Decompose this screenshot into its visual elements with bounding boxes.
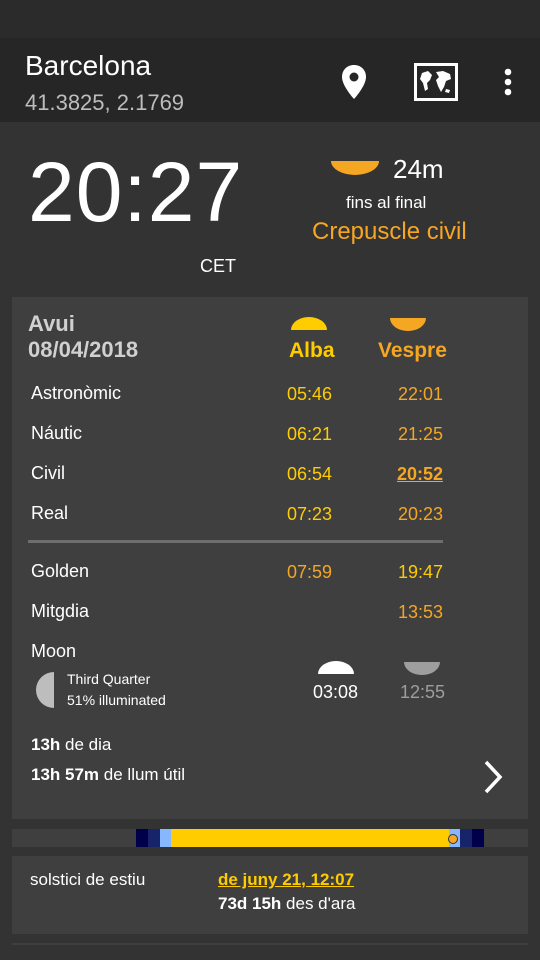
sunrise-icon xyxy=(290,317,328,336)
daylight-timeline-bar[interactable] xyxy=(12,829,528,847)
until-end-label: fins al final xyxy=(346,193,427,212)
moonset-time: 12:55 xyxy=(400,682,446,702)
today-date: 08/04/2018 xyxy=(28,337,139,362)
next-event-relative-value: 73d 15h xyxy=(218,894,282,913)
day-length-value: 13h xyxy=(31,735,61,754)
next-event-date[interactable]: de juny 21, 12:07 xyxy=(218,870,354,890)
moonrise-time: 03:08 xyxy=(313,682,359,702)
more-vert-icon[interactable] xyxy=(486,60,530,104)
moon-phase-icon xyxy=(36,672,56,713)
civil-dusk-time[interactable]: 20:52 xyxy=(363,464,443,485)
day-length: 13h de dia xyxy=(31,735,111,755)
next-event-card[interactable]: solstici de estiu de juny 21, 12:07 73d … xyxy=(12,856,528,934)
row-label-nautical: Náutic xyxy=(31,423,83,443)
moonset-icon xyxy=(403,661,441,680)
next-event-name: solstici de estiu xyxy=(30,870,146,889)
usable-light-text: de llum útil xyxy=(103,765,186,784)
timeline-evening-astronomical-segment xyxy=(460,829,472,847)
nautical-dusk-time: 21:25 xyxy=(397,424,443,444)
sunset-column-header: Vespre xyxy=(378,339,447,362)
sunrise-time: 07:23 xyxy=(286,504,332,524)
row-label-actual: Real xyxy=(31,503,69,523)
today-heading: Avui xyxy=(28,311,75,336)
sunset-icon xyxy=(389,317,427,336)
timeline-astronomical-segment xyxy=(148,829,160,847)
row-label-golden: Golden xyxy=(31,561,90,581)
app-bar: Barcelona 41.3825, 2.1769 xyxy=(0,38,540,122)
row-label-astronomical: Astronòmic xyxy=(31,383,122,403)
nautical-dawn-time: 06:21 xyxy=(286,424,332,444)
today-card: Avui 08/04/2018 Alba Vespre Astronòmic 0… xyxy=(12,297,528,819)
usable-light: 13h 57m de llum útil xyxy=(31,765,185,785)
day-length-text: de dia xyxy=(65,735,112,754)
golden-hour-morning-end: 07:59 xyxy=(286,562,332,582)
sunrise-column-header: Alba xyxy=(289,339,335,362)
time-remaining: 24m xyxy=(393,154,444,184)
timezone-label: CET xyxy=(200,256,236,276)
world-map-icon[interactable] xyxy=(414,60,458,104)
solar-noon-time: 13:53 xyxy=(397,602,443,622)
next-event-relative-text: des d'ara xyxy=(286,894,356,913)
section-divider xyxy=(28,540,443,543)
timeline-twilight-segment xyxy=(160,829,171,847)
astronomical-dusk-time: 22:01 xyxy=(397,384,443,404)
sunset-time: 20:23 xyxy=(397,504,443,524)
civil-dawn-time: 06:54 xyxy=(286,464,332,484)
timeline-night-segment xyxy=(136,829,148,847)
moon-phase-name: Third Quarter xyxy=(67,671,151,687)
row-label-noon: Mitgdia xyxy=(31,601,90,621)
next-event-relative: 73d 15h des d'ara xyxy=(218,894,355,914)
location-name[interactable]: Barcelona xyxy=(25,50,151,82)
location-coordinates[interactable]: 41.3825, 2.1769 xyxy=(25,90,184,116)
timeline-evening-night-segment xyxy=(472,829,484,847)
current-time-marker xyxy=(448,834,458,844)
usable-light-value: 13h 57m xyxy=(31,765,100,784)
timeline-day-segment xyxy=(171,829,449,847)
row-label-civil: Civil xyxy=(31,463,65,483)
moonrise-icon xyxy=(317,661,355,680)
row-label-moon: Moon xyxy=(31,641,77,661)
golden-hour-evening-start: 19:47 xyxy=(397,562,443,582)
status-bar xyxy=(0,0,540,38)
current-time: 20:27 xyxy=(28,145,244,239)
chevron-right-icon[interactable] xyxy=(482,759,504,800)
current-phase-name: Crepuscle civil xyxy=(312,218,467,245)
astronomical-dawn-time: 05:46 xyxy=(286,384,332,404)
location-pin-icon[interactable] xyxy=(332,60,376,104)
sunset-phase-icon xyxy=(330,160,380,181)
bottom-divider xyxy=(12,943,528,945)
moon-illumination: 51% illuminated xyxy=(67,692,166,708)
